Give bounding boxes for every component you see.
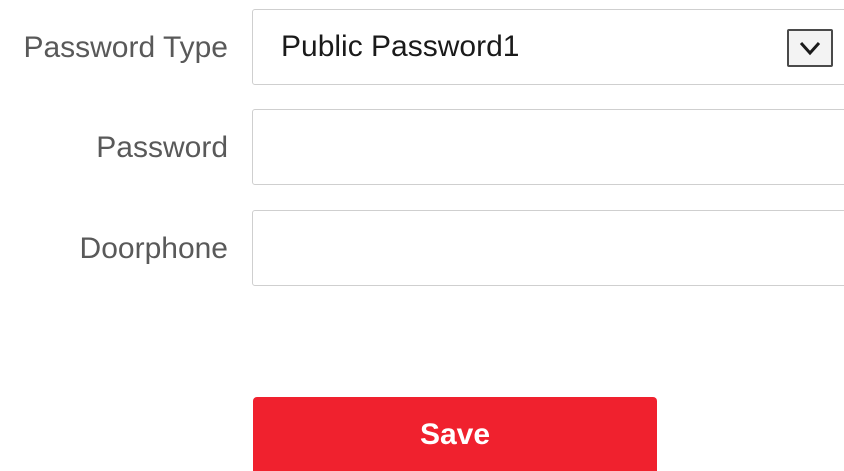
password-field-box	[252, 109, 844, 185]
password-input[interactable]	[253, 110, 844, 184]
password-settings-form: Password Type Public Password1 Password …	[0, 0, 844, 471]
doorphone-input[interactable]	[253, 211, 844, 285]
password-type-label: Password Type	[23, 31, 228, 64]
password-type-selected-value: Public Password1	[281, 30, 520, 63]
doorphone-label: Doorphone	[79, 232, 228, 265]
password-type-row: Password Type Public Password1	[0, 9, 844, 87]
password-label: Password	[96, 131, 228, 164]
doorphone-row: Doorphone	[0, 210, 844, 288]
doorphone-field-box	[252, 210, 844, 286]
dropdown-arrow-button[interactable]	[787, 29, 833, 67]
password-row: Password	[0, 109, 844, 187]
password-type-select[interactable]: Public Password1	[252, 9, 844, 85]
save-button[interactable]: Save	[253, 397, 657, 471]
chevron-down-icon	[799, 41, 821, 56]
